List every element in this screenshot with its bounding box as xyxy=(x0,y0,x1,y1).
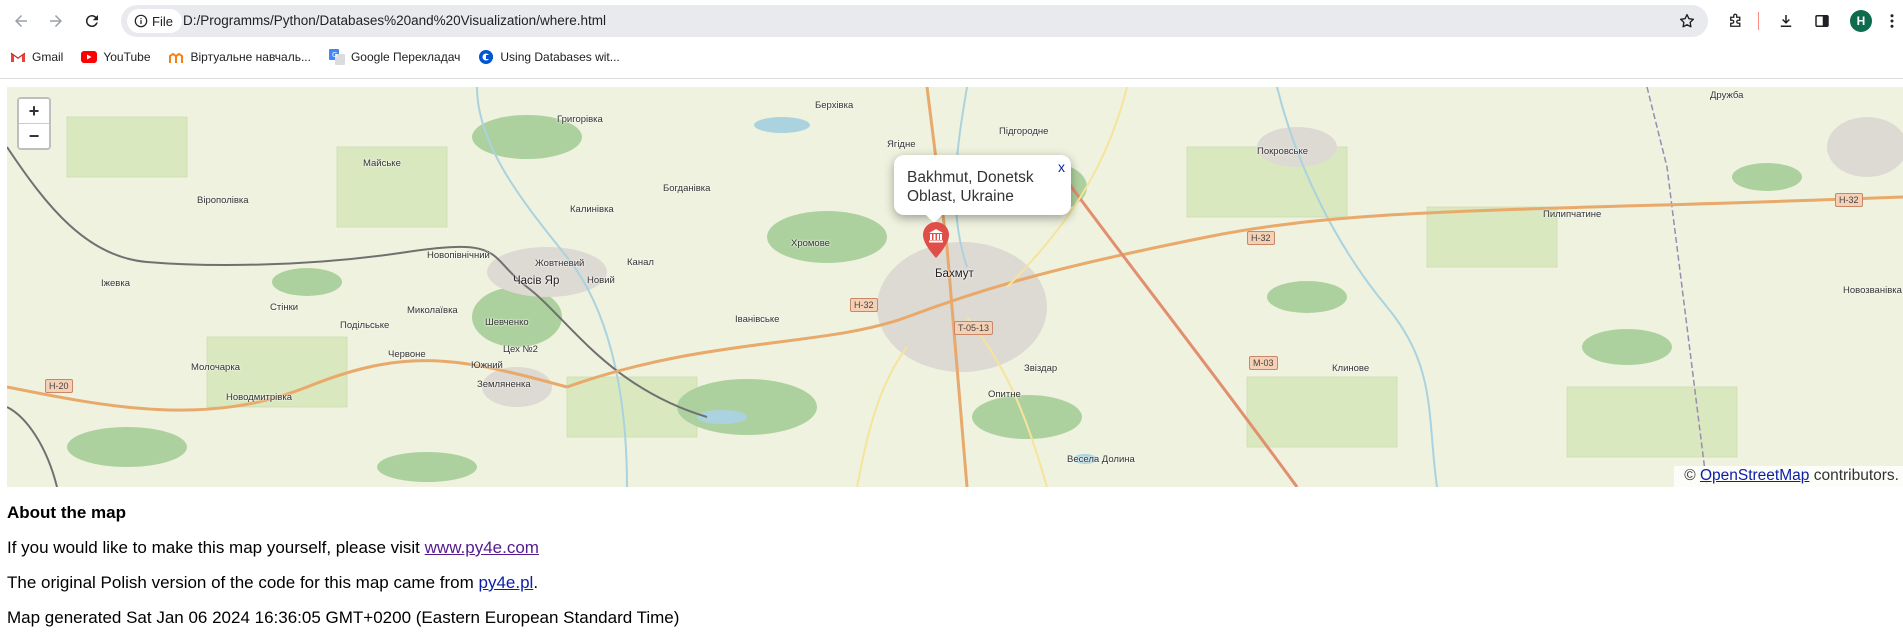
bookmark-label: Віртуальне навчаль... xyxy=(190,50,311,64)
bookmark-star-icon[interactable] xyxy=(1678,12,1696,30)
gmail-icon xyxy=(10,49,26,65)
kebab-menu-icon xyxy=(1890,14,1894,28)
map-canvas[interactable]: Берхівка Підгородне Ягідне Григорівка Ма… xyxy=(7,87,1903,487)
place-label: Калинівка xyxy=(570,204,614,215)
bookmark-google-translate[interactable]: G Google Перекладач xyxy=(328,49,461,65)
place-label: Богданівка xyxy=(663,183,711,194)
road-shield: T-05-13 xyxy=(954,321,994,335)
reload-button[interactable] xyxy=(80,9,104,33)
place-label: Южний xyxy=(471,360,503,371)
browser-toolbar: File D:/Programms/Python/Databases%20and… xyxy=(0,0,1903,42)
about-line-1: If you would like to make this map yours… xyxy=(7,538,539,557)
profile-avatar[interactable]: H xyxy=(1850,10,1872,32)
bookmark-label: Using Databases wit... xyxy=(500,50,620,64)
place-label: Новозванівка xyxy=(1843,285,1902,296)
download-icon xyxy=(1780,15,1792,27)
chrome-divider xyxy=(0,78,1903,79)
place-label: Миколаївка xyxy=(407,305,458,316)
extensions-button[interactable] xyxy=(1726,11,1746,31)
place-label: Червоне xyxy=(388,349,426,360)
place-label: Григорівка xyxy=(557,114,603,125)
place-label: Стінки xyxy=(270,302,299,313)
place-label: Звіздар xyxy=(1024,363,1058,374)
place-label: Іжевка xyxy=(101,278,130,289)
arrow-left-icon xyxy=(15,15,27,27)
place-label: Пилипчатине xyxy=(1543,209,1602,220)
browser-menu-button[interactable] xyxy=(1882,11,1902,31)
place-label: Хромове xyxy=(791,238,830,249)
url-text[interactable]: D:/Programms/Python/Databases%20and%20Vi… xyxy=(183,13,606,28)
place-label: Молочарка xyxy=(191,362,240,373)
bookmark-label: Google Перекладач xyxy=(350,50,461,64)
info-icon xyxy=(134,14,148,28)
forward-button[interactable] xyxy=(44,9,68,33)
road-shield: H-32 xyxy=(850,298,878,312)
bookmark-label: YouTube xyxy=(103,50,151,64)
bookmark-gmail[interactable]: Gmail xyxy=(10,49,63,65)
py4e-com-link[interactable]: www.py4e.com xyxy=(425,538,539,557)
place-label: Дружба xyxy=(1710,90,1744,101)
place-label: Бахмут xyxy=(935,268,974,280)
place-label: Іванівське xyxy=(735,314,780,325)
place-label: Новий xyxy=(587,275,615,286)
zoom-out-button[interactable]: − xyxy=(19,123,49,148)
bookmarks-bar: Gmail YouTube Віртуальне навчаль... G Go… xyxy=(0,44,1903,70)
back-button[interactable] xyxy=(9,9,33,33)
about-heading: About the map xyxy=(7,503,126,522)
place-label: Жовтневий xyxy=(535,258,585,269)
place-label: Підгородне xyxy=(999,126,1049,137)
address-bar[interactable]: File D:/Programms/Python/Databases%20and… xyxy=(121,5,1708,37)
bookmark-coursera[interactable]: Using Databases wit... xyxy=(478,49,620,65)
location-popup: Bakhmut, Donetsk Oblast, Ukraine x xyxy=(894,155,1071,215)
puzzle-icon xyxy=(1730,13,1741,27)
reload-icon xyxy=(85,15,98,28)
place-label: Новодмитрівка xyxy=(226,392,292,403)
place-label: Берхівка xyxy=(815,100,854,111)
about-line-2: The original Polish version of the code … xyxy=(7,573,539,592)
map-tiles xyxy=(7,87,1903,487)
side-panel-button[interactable] xyxy=(1812,11,1832,31)
downloads-button[interactable] xyxy=(1776,11,1796,31)
place-label: Покровське xyxy=(1257,146,1309,157)
place-label: Новопівнічний xyxy=(427,250,490,261)
popup-close-button[interactable]: x xyxy=(1058,159,1065,175)
road-shield: H-32 xyxy=(1247,231,1275,245)
toolbar-separator xyxy=(1758,12,1759,30)
place-label: Весела Долина xyxy=(1067,454,1135,465)
bookmark-youtube[interactable]: YouTube xyxy=(81,49,151,65)
bookmark-virtual-learning[interactable]: Віртуальне навчаль... xyxy=(168,49,311,65)
py4e-pl-link[interactable]: py4e.pl xyxy=(479,573,534,592)
moodle-icon xyxy=(168,49,185,65)
google-translate-icon: G xyxy=(328,49,345,65)
map-generated-timestamp: Map generated Sat Jan 06 2024 16:36:05 G… xyxy=(7,608,680,627)
museum-marker-icon[interactable] xyxy=(921,221,951,259)
place-label: Клинове xyxy=(1332,363,1370,374)
place-label: Подільське xyxy=(340,320,390,331)
road-shield: H-20 xyxy=(45,379,73,393)
place-label: Земляненка xyxy=(477,379,531,390)
site-info-chip[interactable]: File xyxy=(127,9,182,33)
place-label: Канал xyxy=(627,257,654,268)
zoom-in-button[interactable]: + xyxy=(19,99,49,123)
svg-text:G: G xyxy=(332,51,337,59)
road-shield: H-32 xyxy=(1835,193,1863,207)
openstreetmap-link[interactable]: OpenStreetMap xyxy=(1700,467,1809,484)
zoom-control: + − xyxy=(17,97,51,150)
youtube-icon xyxy=(81,49,98,65)
place-label: Ягідне xyxy=(887,139,916,150)
bookmark-label: Gmail xyxy=(32,50,64,64)
place-label: Опитне xyxy=(988,389,1021,400)
side-panel-icon xyxy=(1815,15,1829,27)
map-attribution: © OpenStreetMap contributors. xyxy=(1674,466,1903,487)
place-label: Часів Яр xyxy=(513,275,560,287)
popup-text: Bakhmut, Donetsk Oblast, Ukraine xyxy=(907,169,1034,205)
arrow-right-icon xyxy=(50,15,62,27)
place-label: Вірополівка xyxy=(197,195,249,206)
road-shield: M-03 xyxy=(1249,356,1278,370)
coursera-icon xyxy=(478,49,494,65)
place-label: Шевченко xyxy=(485,317,529,328)
scheme-label: File xyxy=(152,13,173,29)
place-label: Майське xyxy=(363,158,401,169)
place-label: Цех №2 xyxy=(503,344,538,355)
